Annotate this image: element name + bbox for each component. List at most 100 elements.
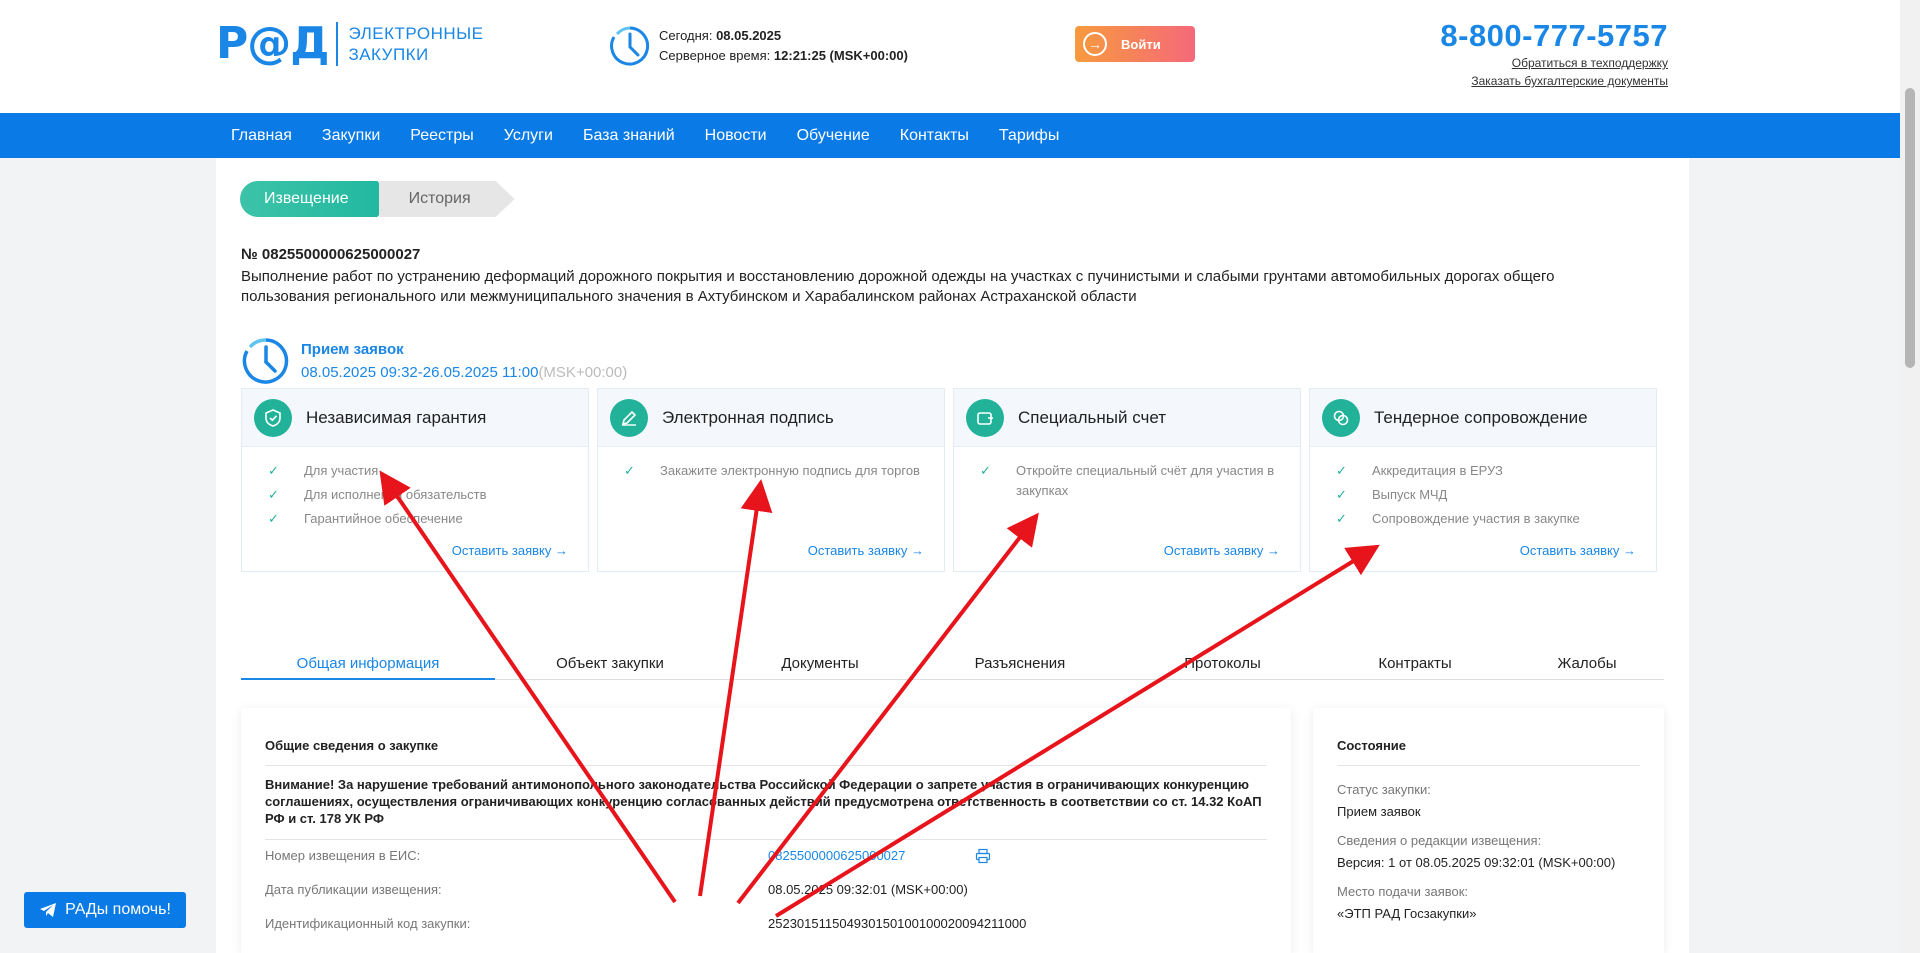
nav-item-contacts[interactable]: Контакты [900,127,969,145]
shield-icon [254,398,292,437]
tab-general-info[interactable]: Общая информация [241,650,495,680]
service-item: Для исполнения обязательств [304,487,487,502]
tab-purchase-object[interactable]: Объект закупки [495,650,725,680]
tab-documents[interactable]: Документы [725,650,915,680]
tab-complaints[interactable]: Жалобы [1510,650,1664,680]
place-label: Место подачи заявок: [1337,884,1469,899]
nav-item-tariffs[interactable]: Тарифы [999,127,1059,145]
logo-line-2: ЗАКУПКИ [348,45,429,64]
general-info-panel: Общие сведения о закупке Внимание! За на… [241,708,1291,953]
site-logo[interactable]: Р@Д ЭЛЕКТРОННЫЕ ЗАКУПКИ [216,22,484,66]
leave-request-link[interactable]: Оставить заявку → [808,543,924,558]
status-label: Статус закупки: [1337,782,1431,797]
check-icon: ✓ [624,463,635,478]
place-value: «ЭТП РАД Госзакупки» [1337,906,1477,921]
service-item: Закажите электронную подпись для торгов [660,463,920,478]
pen-icon [610,398,648,437]
edition-label: Сведения о редакции извещения: [1337,833,1542,848]
logo-text: ЭЛЕКТРОННЫЕ ЗАКУПКИ [348,23,483,65]
today-label: Сегодня: [659,28,713,43]
service-card-e-signature: Электронная подпись ✓ Закажите электронну… [597,388,945,572]
service-card-guarantee: Независимая гарантия ✓ Для участия ✓ Для и… [241,388,589,572]
logo-line-1: ЭЛЕКТРОННЫЕ [348,24,484,43]
logo-mark: Р@Д [216,18,329,69]
panel-title: Состояние [1337,738,1407,753]
notice-description: Выполнение работ по устранению деформаци… [241,268,1555,305]
info-row: Дата публикации извещения: 08.05.2025 09… [265,874,1267,908]
arrow-right-icon: → [1623,543,1636,558]
content-tabs: Общая информация Объект закупки Документ… [241,650,1664,680]
nav-item-purchases[interactable]: Закупки [322,127,380,145]
handshake-icon [1322,398,1360,437]
printer-icon[interactable] [975,848,991,869]
edition-value: Версия: 1 от 08.05.2025 09:32:01 (MSK+00… [1337,855,1616,870]
arrow-right-icon: → [911,543,924,558]
leave-request-link[interactable]: Оставить заявку → [452,543,568,558]
eis-notice-link[interactable]: 0825500000625000027 [768,848,905,863]
check-icon: ✓ [1336,511,1347,526]
server-time-label: Серверное время: [659,48,771,63]
nav-item-main[interactable]: Главная [231,127,292,145]
service-item: Для участия [304,463,379,478]
service-title: Тендерное сопровождение [1374,407,1588,427]
support-link[interactable]: Обратиться в техподдержку [1440,54,1668,72]
notice-card: Извещение История № 0825500000625000027 … [216,158,1689,953]
stage-title: Прием заявок [301,341,404,358]
tab-clarifications[interactable]: Разъяснения [915,650,1125,680]
antimonopoly-warning: Внимание! За нарушение требований антимо… [265,777,1262,826]
leave-request-link[interactable]: Оставить заявку → [1164,543,1280,558]
clock-icon [242,338,289,384]
clock-icon [610,26,650,66]
tab-notice[interactable]: Извещение [240,181,393,217]
leave-request-link[interactable]: Оставить заявку → [1520,543,1636,558]
logo-divider [336,22,339,66]
stage-block: Прием заявок 08.05.2025 09:32-26.05.2025… [241,336,627,386]
server-time-value: 12:21:25 (MSK+00:00) [773,48,908,63]
nav-item-knowledge-base[interactable]: База знаний [583,127,675,145]
divider [1337,765,1640,766]
check-icon: ✓ [268,487,279,502]
nav-item-registries[interactable]: Реестры [410,127,474,145]
service-card-special-account: Специальный счет ✓ Откройте специальный с… [953,388,1301,572]
service-title: Электронная подпись [662,407,834,427]
wallet-icon [966,398,1004,437]
services-row: Независимая гарантия ✓ Для участия ✓ Для и… [241,388,1657,572]
service-title: Специальный счет [1018,407,1167,427]
nav-item-news[interactable]: Новости [705,127,767,145]
contact-block: 8-800-777-5757 Обратиться в техподдержку… [1440,18,1668,90]
server-time-block: Сегодня: 08.05.2025 Серверное время: 12:… [609,25,908,67]
nav-item-services[interactable]: Услуги [504,127,553,145]
check-icon: ✓ [980,463,991,478]
tab-contracts[interactable]: Контракты [1320,650,1510,680]
service-item: Откройте специальный счёт для участия в … [1016,463,1275,498]
phone-number[interactable]: 8-800-777-5757 [1440,18,1668,54]
row-label: Идентификационный код закупки: [265,916,471,931]
check-icon: ✓ [268,463,279,478]
nav-item-training[interactable]: Обучение [797,127,870,145]
tab-protocols[interactable]: Протоколы [1125,650,1320,680]
arrow-right-icon: → [555,543,568,558]
status-value: Прием заявок [1337,804,1421,819]
site-header: Р@Д ЭЛЕКТРОННЫЕ ЗАКУПКИ Сегодня: 08.05.2… [0,0,1900,113]
check-icon: ✓ [1336,487,1347,502]
scrollbar[interactable] [1900,0,1920,953]
service-item: Аккредитация в ЕРУЗ [1372,463,1503,478]
row-value: 08.05.2025 09:32:01 (MSK+00:00) [768,882,968,897]
notice-number: № 0825500000625000027 [241,246,421,263]
order-docs-link[interactable]: Заказать бухгалтерские документы [1440,72,1668,90]
arrow-right-icon: → [1083,32,1107,56]
tab-history[interactable]: История [378,181,515,217]
info-row: Номер извещения в ЕИС: 08255000006250000… [265,840,1267,874]
service-item: Сопровождение участия в закупке [1372,511,1580,526]
login-button[interactable]: → Войти [1075,26,1195,62]
service-title: Независимая гарантия [306,407,487,427]
help-chat-button[interactable]: РАДы помочь! [24,892,186,928]
notice-tabs: Извещение История [240,181,515,217]
row-label: Дата публикации извещения: [265,882,442,897]
row-label: Номер извещения в ЕИС: [265,848,421,863]
info-row: Идентификационный код закупки: 252301511… [265,908,1267,942]
arrow-right-icon: → [1267,543,1280,558]
scrollbar-thumb[interactable] [1905,88,1915,368]
stage-timezone: (MSK+00:00) [538,364,628,381]
service-item: Выпуск МЧД [1372,487,1448,502]
